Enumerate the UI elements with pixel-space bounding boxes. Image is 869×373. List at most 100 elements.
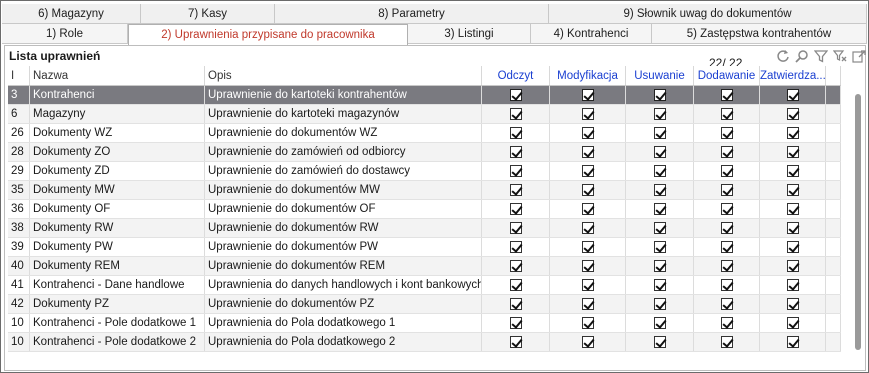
- read-checkbox[interactable]: [509, 260, 522, 272]
- add-checkbox[interactable]: [720, 241, 733, 253]
- modify-checkbox[interactable]: [581, 127, 594, 139]
- modify-checkbox[interactable]: [581, 89, 594, 101]
- table-row[interactable]: 40 Dokumenty REM Uprawnienie do dokumentów…: [8, 257, 841, 276]
- add-checkbox[interactable]: [720, 279, 733, 291]
- modify-checkbox[interactable]: [581, 336, 594, 348]
- add-checkbox[interactable]: [720, 127, 733, 139]
- delete-checkbox[interactable]: [653, 127, 666, 139]
- filter-icon[interactable]: [813, 48, 829, 64]
- add-checkbox[interactable]: [720, 146, 733, 158]
- col-approve-header[interactable]: Zatwierdza...: [760, 66, 826, 85]
- delete-checkbox[interactable]: [653, 279, 666, 291]
- modify-checkbox[interactable]: [581, 222, 594, 234]
- table-row[interactable]: 3 Kontrahenci Uprawnienie do kartoteki kon…: [8, 86, 841, 105]
- approve-checkbox[interactable]: [786, 260, 799, 272]
- approve-checkbox[interactable]: [786, 89, 799, 101]
- delete-checkbox[interactable]: [653, 184, 666, 196]
- clear-filter-icon[interactable]: [832, 48, 848, 64]
- approve-checkbox[interactable]: [786, 108, 799, 120]
- read-checkbox[interactable]: [509, 127, 522, 139]
- approve-checkbox[interactable]: [786, 222, 799, 234]
- read-checkbox[interactable]: [509, 146, 522, 158]
- delete-checkbox[interactable]: [653, 336, 666, 348]
- table-row[interactable]: 6 Magazyny Uprawnienie do kartoteki magazy…: [8, 105, 841, 124]
- export-icon[interactable]: [851, 48, 867, 64]
- tab-role[interactable]: 1) Role: [2, 24, 128, 44]
- approve-checkbox[interactable]: [786, 127, 799, 139]
- add-checkbox[interactable]: [720, 203, 733, 215]
- add-checkbox[interactable]: [720, 89, 733, 101]
- read-checkbox[interactable]: [509, 317, 522, 329]
- modify-checkbox[interactable]: [581, 241, 594, 253]
- modify-checkbox[interactable]: [581, 260, 594, 272]
- read-checkbox[interactable]: [509, 89, 522, 101]
- approve-checkbox[interactable]: [786, 165, 799, 177]
- approve-checkbox[interactable]: [786, 336, 799, 348]
- add-checkbox[interactable]: [720, 317, 733, 329]
- table-row[interactable]: 35 Dokumenty MW Uprawnienie do dokumentów …: [8, 181, 841, 200]
- table-row[interactable]: 10 Kontrahenci - Pole dodatkowe 1 Uprawnie…: [8, 314, 841, 333]
- read-checkbox[interactable]: [509, 298, 522, 310]
- add-checkbox[interactable]: [720, 222, 733, 234]
- delete-checkbox[interactable]: [653, 317, 666, 329]
- approve-checkbox[interactable]: [786, 184, 799, 196]
- modify-checkbox[interactable]: [581, 317, 594, 329]
- approve-checkbox[interactable]: [786, 298, 799, 310]
- add-checkbox[interactable]: [720, 108, 733, 120]
- read-checkbox[interactable]: [509, 184, 522, 196]
- delete-checkbox[interactable]: [653, 89, 666, 101]
- table-row[interactable]: 39 Dokumenty PW Uprawnienie do dokumentów …: [8, 238, 841, 257]
- table-row[interactable]: 26 Dokumenty WZ Uprawnienie do dokumentów …: [8, 124, 841, 143]
- delete-checkbox[interactable]: [653, 222, 666, 234]
- approve-checkbox[interactable]: [786, 317, 799, 329]
- table-row[interactable]: 38 Dokumenty RW Uprawnienie do dokumentów …: [8, 219, 841, 238]
- col-read-header[interactable]: Odczyt: [482, 66, 550, 85]
- read-checkbox[interactable]: [509, 336, 522, 348]
- delete-checkbox[interactable]: [653, 108, 666, 120]
- delete-checkbox[interactable]: [653, 203, 666, 215]
- tab-kontrahenci[interactable]: 4) Kontrahenci: [531, 24, 652, 44]
- read-checkbox[interactable]: [509, 203, 522, 215]
- delete-checkbox[interactable]: [653, 298, 666, 310]
- table-row[interactable]: 42 Dokumenty PZ Uprawnienie do dokumentów …: [8, 295, 841, 314]
- col-delete-header[interactable]: Usuwanie: [626, 66, 694, 85]
- modify-checkbox[interactable]: [581, 279, 594, 291]
- approve-checkbox[interactable]: [786, 279, 799, 291]
- modify-checkbox[interactable]: [581, 165, 594, 177]
- table-row[interactable]: 36 Dokumenty OF Uprawnienie do dokumentów …: [8, 200, 841, 219]
- tab-zastepstwa[interactable]: 5) Zastępstwa kontrahentów: [652, 24, 867, 44]
- approve-checkbox[interactable]: [786, 241, 799, 253]
- read-checkbox[interactable]: [509, 108, 522, 120]
- read-checkbox[interactable]: [509, 279, 522, 291]
- tab-magazyny[interactable]: 6) Magazyny: [2, 4, 141, 24]
- col-add-header[interactable]: Dodawanie: [694, 66, 760, 85]
- col-modify-header[interactable]: Modyfikacja: [550, 66, 626, 85]
- col-id-header[interactable]: I: [8, 66, 30, 85]
- approve-checkbox[interactable]: [786, 203, 799, 215]
- add-checkbox[interactable]: [720, 165, 733, 177]
- add-checkbox[interactable]: [720, 298, 733, 310]
- table-row[interactable]: 28 Dokumenty ZO Uprawnienie do zamówień od…: [8, 143, 841, 162]
- tab-parametry[interactable]: 8) Parametry: [275, 4, 549, 24]
- vertical-scrollbar[interactable]: [855, 94, 861, 350]
- modify-checkbox[interactable]: [581, 203, 594, 215]
- modify-checkbox[interactable]: [581, 184, 594, 196]
- search-icon[interactable]: [794, 48, 810, 64]
- table-row[interactable]: 10 Kontrahenci - Pole dodatkowe 2 Uprawnie…: [8, 333, 841, 352]
- delete-checkbox[interactable]: [653, 146, 666, 158]
- add-checkbox[interactable]: [720, 184, 733, 196]
- modify-checkbox[interactable]: [581, 298, 594, 310]
- table-row[interactable]: 29 Dokumenty ZD Uprawnienie do zamówień do…: [8, 162, 841, 181]
- delete-checkbox[interactable]: [653, 260, 666, 272]
- read-checkbox[interactable]: [509, 241, 522, 253]
- refresh-icon[interactable]: [775, 48, 791, 64]
- add-checkbox[interactable]: [720, 336, 733, 348]
- tab-kasy[interactable]: 7) Kasy: [141, 4, 275, 24]
- tab-listingi[interactable]: 3) Listingi: [408, 24, 531, 44]
- col-desc-header[interactable]: Opis: [205, 66, 482, 85]
- tab-uprawnienia[interactable]: 2) Uprawnienia przypisane do pracownika: [128, 24, 408, 45]
- add-checkbox[interactable]: [720, 260, 733, 272]
- modify-checkbox[interactable]: [581, 146, 594, 158]
- modify-checkbox[interactable]: [581, 108, 594, 120]
- read-checkbox[interactable]: [509, 222, 522, 234]
